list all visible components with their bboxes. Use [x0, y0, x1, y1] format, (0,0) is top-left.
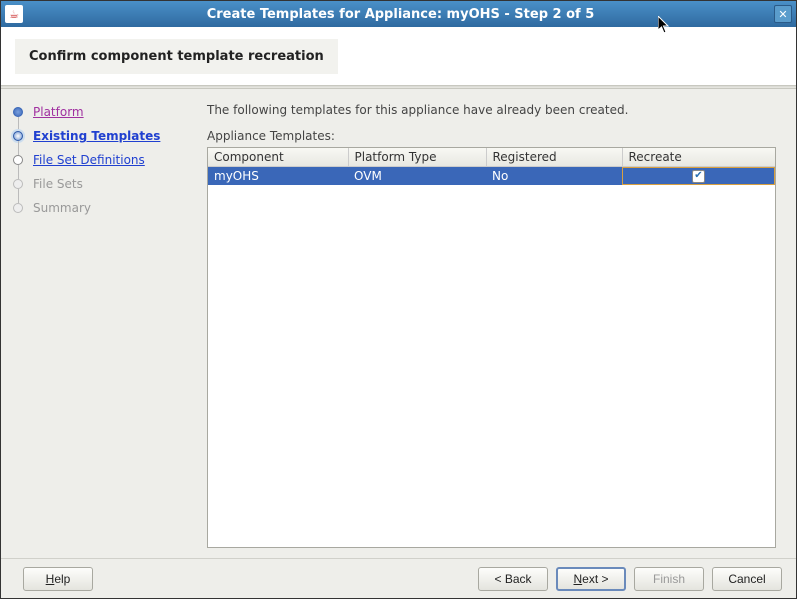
step-label: File Set Definitions: [33, 153, 145, 167]
help-button[interactable]: Help: [23, 567, 93, 591]
step-label: Existing Templates: [33, 129, 160, 143]
wizard-body: Platform Existing Templates File Set Def…: [1, 89, 796, 558]
step-platform[interactable]: Platform: [13, 105, 189, 119]
templates-table-wrap: Component Platform Type Registered Recre…: [207, 147, 776, 548]
step-file-set-definitions[interactable]: File Set Definitions: [13, 153, 189, 167]
wizard-steps-sidebar: Platform Existing Templates File Set Def…: [1, 89, 201, 558]
step-bullet-icon: [13, 179, 23, 189]
step-bullet-icon: [13, 131, 23, 141]
page-subtitle: Confirm component template recreation: [15, 39, 338, 74]
col-platform-type[interactable]: Platform Type: [348, 148, 486, 167]
intro-text: The following templates for this applian…: [207, 103, 776, 117]
cell-platform-type: OVM: [348, 167, 486, 186]
next-button[interactable]: Next >: [556, 567, 626, 591]
cancel-button[interactable]: Cancel: [712, 567, 782, 591]
step-label: File Sets: [33, 177, 83, 191]
col-recreate[interactable]: Recreate: [622, 148, 775, 167]
wizard-footer: Help < Back Next > Finish Cancel: [1, 558, 796, 598]
close-icon[interactable]: ✕: [774, 5, 792, 23]
step-bullet-icon: [13, 203, 23, 213]
col-registered[interactable]: Registered: [486, 148, 622, 167]
table-row[interactable]: myOHS OVM No ✔: [208, 167, 775, 186]
step-summary: Summary: [13, 201, 189, 215]
table-header-row: Component Platform Type Registered Recre…: [208, 148, 775, 167]
cell-registered: No: [486, 167, 622, 186]
help-button-label: Help: [46, 572, 71, 586]
step-bullet-icon: [13, 155, 23, 165]
finish-button: Finish: [634, 567, 704, 591]
step-list: Platform Existing Templates File Set Def…: [13, 105, 189, 215]
header-area: Confirm component template recreation: [1, 27, 796, 85]
wizard-window: ☕ Create Templates for Appliance: myOHS …: [0, 0, 797, 599]
back-button[interactable]: < Back: [478, 567, 548, 591]
java-icon: ☕: [5, 5, 23, 23]
col-component[interactable]: Component: [208, 148, 348, 167]
table-label: Appliance Templates:: [207, 129, 776, 143]
templates-table: Component Platform Type Registered Recre…: [208, 148, 775, 185]
step-existing-templates[interactable]: Existing Templates: [13, 129, 189, 143]
next-button-label: Next >: [573, 572, 608, 586]
titlebar: ☕ Create Templates for Appliance: myOHS …: [1, 1, 796, 27]
step-bullet-icon: [13, 107, 23, 117]
step-label: Platform: [33, 105, 84, 119]
wizard-main: The following templates for this applian…: [201, 89, 796, 558]
step-label: Summary: [33, 201, 91, 215]
step-file-sets: File Sets: [13, 177, 189, 191]
recreate-checkbox-cell[interactable]: ✔: [622, 167, 775, 185]
cell-component: myOHS: [208, 167, 348, 186]
window-title: Create Templates for Appliance: myOHS - …: [27, 7, 774, 22]
recreate-checkbox[interactable]: ✔: [692, 170, 705, 183]
cell-recreate[interactable]: ✔: [622, 167, 775, 186]
